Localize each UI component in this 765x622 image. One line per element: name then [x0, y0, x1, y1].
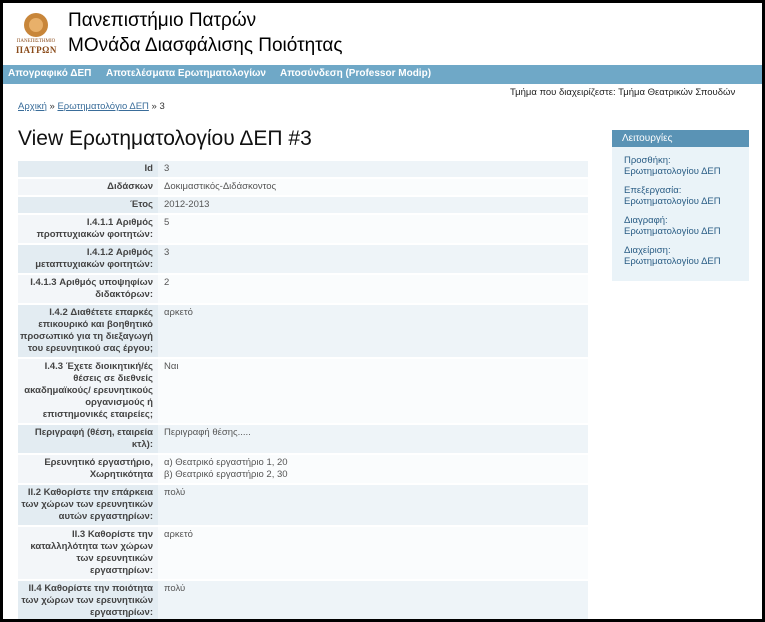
site-header: ΠΑΝΕΠΙΣΤΗΜΙΟ ΠΑΤΡΩΝ Πανεπιστήμιο Πατρών … [3, 3, 762, 67]
main-nav: Απογραφικό ΔΕΠ Αποτελέσματα Ερωτηματολογ… [3, 65, 762, 84]
detail-value: αρκετό [158, 527, 588, 579]
detail-row-lab-suitability: II.3 Καθορίστε την καταλληλότητα των χώρ… [18, 527, 588, 581]
breadcrumb-questionnaire[interactable]: Ερωτηματολόγιο ΔΕΠ [57, 101, 148, 112]
detail-row-position-description: Περιγραφή (θέση, εταιρεία κτλ): Περιγραφ… [18, 425, 588, 455]
browser-frame: ΠΑΝΕΠΙΣΤΗΜΙΟ ΠΑΤΡΩΝ Πανεπιστήμιο Πατρών … [0, 0, 765, 622]
detail-value: α) Θεατρικό εργαστήριο 1, 20 β) Θεατρικό… [158, 455, 588, 483]
detail-value: 3 [158, 161, 588, 177]
detail-row-year: Έτος 2012-2013 [18, 197, 588, 215]
detail-value: Δοκιμαστικός-Διδάσκοντος [158, 179, 588, 195]
detail-value: Ναι [158, 359, 588, 423]
detail-row-support-staff: I.4.2 Διαθέτετε επαρκές επικουρικό και β… [18, 305, 588, 359]
detail-label: I.4.2 Διαθέτετε επαρκές επικουρικό και β… [18, 305, 158, 357]
university-logo[interactable]: ΠΑΝΕΠΙΣΤΗΜΙΟ ΠΑΤΡΩΝ [16, 13, 56, 55]
nav-item-faculty-inventory[interactable]: Απογραφικό ΔΕΠ [8, 68, 91, 79]
page-title: View Ερωτηματολογίου ΔΕΠ #3 [18, 127, 312, 150]
sidebar-title: Λειτουργίες [612, 130, 749, 147]
detail-label: Περιγραφή (θέση, εταιρεία κτλ): [18, 425, 158, 453]
nav-item-questionnaire-results[interactable]: Αποτελέσματα Ερωτηματολογίων [106, 68, 266, 79]
detail-row-undergrad-count: I.4.1.1 Αριθμός προπτυχιακών φοιτητών: 5 [18, 215, 588, 245]
detail-table: Id 3 Διδάσκων Δοκιμαστικός-Διδάσκοντος Έ… [18, 161, 588, 619]
breadcrumb-home[interactable]: Αρχική [18, 101, 47, 112]
detail-label: Έτος [18, 197, 158, 213]
detail-value: πολύ [158, 485, 588, 525]
detail-value: πολύ [158, 581, 588, 619]
detail-label: II.3 Καθορίστε την καταλληλότητα των χώρ… [18, 527, 158, 579]
detail-value: 5 [158, 215, 588, 243]
detail-label: I.4.3 Έχετε διοικητική/ές θέσεις σε διεθ… [18, 359, 158, 423]
detail-label: Διδάσκων [18, 179, 158, 195]
detail-label: I.4.1.2 Αριθμός μεταπτυχιακών φοιτητών: [18, 245, 158, 273]
nav-item-logout[interactable]: Αποσύνδεση (Professor Modip) [280, 68, 431, 79]
detail-value: Περιγραφή θέσης..... [158, 425, 588, 453]
site-subtitle: ΜΟνάδα Διασφάλισης Ποιότητας [68, 35, 343, 56]
detail-value: αρκετό [158, 305, 588, 357]
detail-row-id: Id 3 [18, 161, 588, 179]
detail-row-lab-adequacy: II.2 Καθορίστε την επάρκεια των χώρων τω… [18, 485, 588, 527]
detail-row-instructor: Διδάσκων Δοκιμαστικός-Διδάσκοντος [18, 179, 588, 197]
operations-sidebar: Λειτουργίες Προσθήκη: Ερωτηματολογίου ΔΕ… [612, 130, 749, 281]
detail-value: 2012-2013 [158, 197, 588, 213]
site-title: Πανεπιστήμιο Πατρών [68, 10, 257, 31]
detail-row-lab-quality: II.4 Καθορίστε την ποιότητα των χώρων τω… [18, 581, 588, 619]
detail-value: 2 [158, 275, 588, 303]
detail-label: Id [18, 161, 158, 177]
detail-row-admin-positions: I.4.3 Έχετε διοικητική/ές θέσεις σε διεθ… [18, 359, 588, 425]
detail-row-phd-count: I.4.1.3 Αριθμός υποψηφίων διδακτόρων: 2 [18, 275, 588, 305]
logo-big-text: ΠΑΤΡΩΝ [16, 45, 57, 55]
detail-label: II.4 Καθορίστε την ποιότητα των χώρων τω… [18, 581, 158, 619]
sidebar-item-delete[interactable]: Διαγραφή: Ερωτηματολογίου ΔΕΠ [624, 215, 739, 237]
sidebar-item-manage[interactable]: Διαχείριση: Ερωτηματολογίου ΔΕΠ [624, 245, 739, 267]
detail-label: II.2 Καθορίστε την επάρκεια των χώρων τω… [18, 485, 158, 525]
breadcrumb-separator: » [151, 101, 157, 112]
sidebar-item-edit[interactable]: Επεξεργασία: Ερωτηματολογίου ΔΕΠ [624, 185, 739, 207]
detail-row-research-lab: Ερευνητικό εργαστήριο, Χωρητικότητα α) Θ… [18, 455, 588, 485]
sidebar-menu: Προσθήκη: Ερωτηματολογίου ΔΕΠ Επεξεργασί… [612, 147, 749, 281]
breadcrumb-separator: » [49, 101, 55, 112]
sidebar-item-add[interactable]: Προσθήκη: Ερωτηματολογίου ΔΕΠ [624, 155, 739, 177]
detail-value: 3 [158, 245, 588, 273]
detail-label: I.4.1.1 Αριθμός προπτυχιακών φοιτητών: [18, 215, 158, 243]
detail-row-postgrad-count: I.4.1.2 Αριθμός μεταπτυχιακών φοιτητών: … [18, 245, 588, 275]
logo-emblem-inner [29, 18, 43, 32]
detail-label: Ερευνητικό εργαστήριο, Χωρητικότητα [18, 455, 158, 483]
managed-department: Τμήμα που διαχειρίζεστε: Τμήμα Θεατρικών… [510, 87, 736, 98]
breadcrumb-current: 3 [159, 101, 165, 112]
detail-label: I.4.1.3 Αριθμός υποψηφίων διδακτόρων: [18, 275, 158, 303]
breadcrumb: Αρχική » Ερωτηματολόγιο ΔΕΠ » 3 [18, 101, 165, 112]
